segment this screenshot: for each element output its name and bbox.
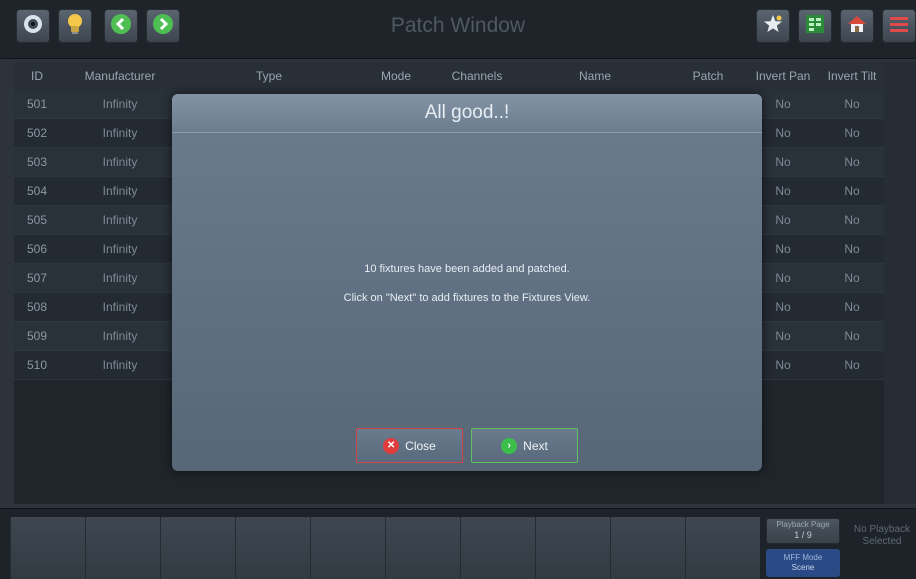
next-button[interactable]: › Next: [471, 428, 578, 463]
cell-invert-tilt: No: [844, 126, 860, 140]
dialog-message-line1: 10 fixtures have been added and patched.: [364, 263, 570, 275]
cell-manufacturer: Infinity: [102, 126, 138, 140]
cell-id: 503: [26, 155, 48, 169]
cell-id: 502: [26, 126, 48, 140]
fixtures-grid-button[interactable]: [798, 9, 832, 43]
cell-invert-tilt: No: [844, 213, 860, 227]
playback-slot[interactable]: [85, 517, 160, 579]
eye-button[interactable]: [16, 9, 50, 43]
cell-manufacturer: Infinity: [102, 358, 138, 372]
next-label: Next: [523, 438, 548, 453]
back-button[interactable]: [104, 9, 138, 43]
grid-icon: [804, 13, 826, 40]
header-type[interactable]: Type: [180, 62, 358, 90]
close-label: Close: [405, 438, 436, 453]
cell-manufacturer: Infinity: [102, 300, 138, 314]
menu-button[interactable]: [882, 9, 916, 43]
cell-manufacturer: Infinity: [102, 155, 138, 169]
playback-page-label: Playback Page: [776, 520, 830, 529]
forward-arrow-icon: [152, 13, 174, 40]
cell-invert-tilt: No: [844, 329, 860, 343]
header-invert-tilt[interactable]: Invert Tilt: [820, 62, 884, 90]
dialog-message-line2: Click on "Next" to add fixtures to the F…: [343, 292, 591, 304]
forward-button[interactable]: [146, 9, 180, 43]
cell-id: 505: [26, 213, 48, 227]
playback-slot[interactable]: [610, 517, 685, 579]
eye-icon: [22, 13, 44, 40]
mff-mode-button[interactable]: MFF Mode Scene: [766, 549, 840, 577]
close-button[interactable]: ✕ Close: [356, 428, 463, 463]
playback-slot[interactable]: [385, 517, 460, 579]
next-arrow-icon: ›: [501, 437, 518, 454]
mff-mode-value: Scene: [791, 563, 815, 572]
cell-id: 501: [26, 97, 48, 111]
playback-slot[interactable]: [160, 517, 235, 579]
lightbulb-icon: [64, 12, 86, 41]
header-id[interactable]: ID: [14, 62, 60, 90]
header-channels[interactable]: Channels: [434, 62, 520, 90]
success-dialog: All good..! 10 fixtures have been added …: [172, 94, 762, 471]
playback-slot[interactable]: [10, 517, 85, 579]
cell-id: 508: [26, 300, 48, 314]
bulb-button[interactable]: [58, 9, 92, 43]
cell-manufacturer: Infinity: [102, 329, 138, 343]
cell-manufacturer: Infinity: [102, 97, 138, 111]
header-mode[interactable]: Mode: [358, 62, 434, 90]
header-manufacturer[interactable]: Manufacturer: [60, 62, 180, 90]
back-arrow-icon: [110, 13, 132, 40]
playback-slot[interactable]: [685, 517, 760, 579]
cell-invert-tilt: No: [844, 97, 860, 111]
cell-id: 504: [26, 184, 48, 198]
cell-invert-tilt: No: [844, 184, 860, 198]
no-playback-selected: No Playback Selected: [853, 524, 911, 547]
home-button[interactable]: [840, 9, 874, 43]
header-patch[interactable]: Patch: [670, 62, 746, 90]
cell-id: 507: [26, 271, 48, 285]
cell-invert-tilt: No: [844, 242, 860, 256]
cell-id: 509: [26, 329, 48, 343]
playback-slot[interactable]: [535, 517, 610, 579]
cell-manufacturer: Infinity: [102, 184, 138, 198]
cell-invert-tilt: No: [844, 300, 860, 314]
playback-slot[interactable]: [460, 517, 535, 579]
cell-id: 506: [26, 242, 48, 256]
home-icon: [846, 13, 868, 40]
cell-invert-tilt: No: [844, 271, 860, 285]
table-scrollbar[interactable]: [884, 62, 916, 504]
cell-id: 510: [26, 358, 48, 372]
header-name[interactable]: Name: [520, 62, 670, 90]
playback-page-button[interactable]: Playback Page 1 / 9: [766, 518, 840, 544]
playback-page-value: 1 / 9: [794, 530, 812, 540]
playback-slot[interactable]: [235, 517, 310, 579]
header-invert-pan[interactable]: Invert Pan: [746, 62, 820, 90]
cell-manufacturer: Infinity: [102, 271, 138, 285]
star-icon: [762, 13, 784, 40]
cell-manufacturer: Infinity: [102, 242, 138, 256]
playback-slot[interactable]: [310, 517, 385, 579]
cell-invert-tilt: No: [844, 155, 860, 169]
dialog-title: All good..!: [424, 102, 510, 123]
dialog-title-bar: All good..!: [172, 94, 762, 133]
table-header: ID Manufacturer Type Mode Channels Name …: [14, 62, 884, 91]
top-toolbar: Patch Window: [0, 0, 916, 59]
mff-mode-label: MFF Mode: [783, 553, 823, 562]
star-button[interactable]: [756, 9, 790, 43]
close-icon: ✕: [383, 437, 400, 454]
cell-manufacturer: Infinity: [102, 213, 138, 227]
cell-invert-tilt: No: [844, 358, 860, 372]
menu-icon: [888, 13, 910, 40]
